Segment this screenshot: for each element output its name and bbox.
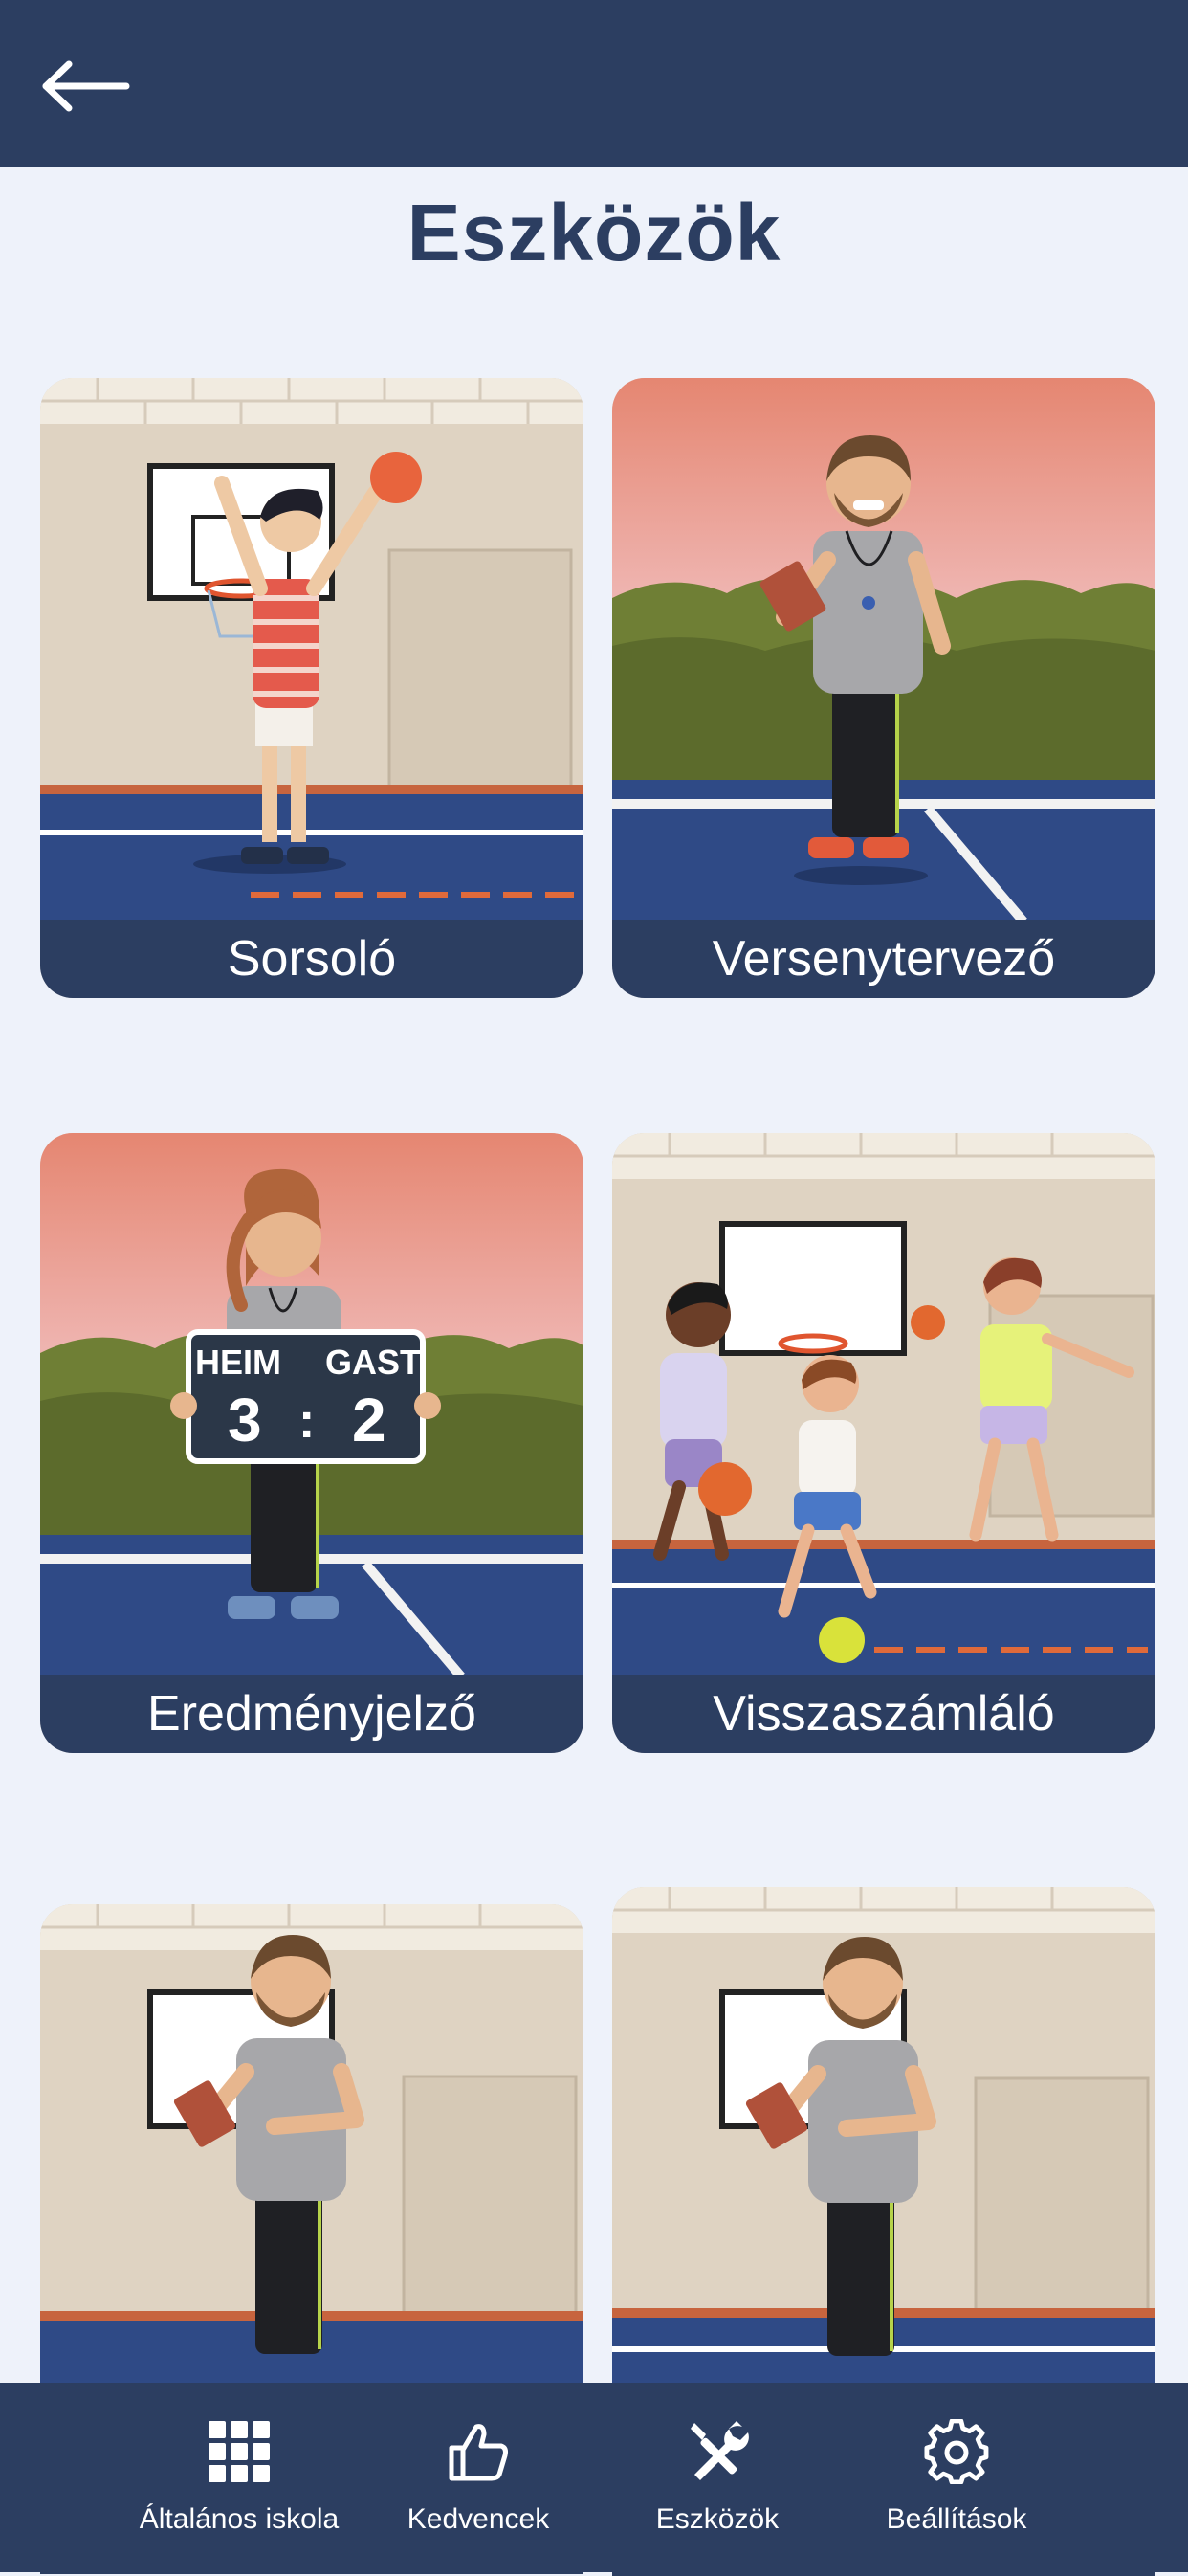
scoreboard-away-label: GAST: [325, 1343, 421, 1382]
tool-card-visszaszamlalo[interactable]: Visszaszámláló: [612, 1133, 1155, 1753]
scoreboard-separator: :: [298, 1393, 315, 1449]
tool-card-sorsolo[interactable]: Sorsoló: [40, 378, 583, 998]
scoreboard-away-score: 2: [352, 1386, 386, 1455]
tool-card-versenytervezo[interactable]: Versenytervező: [612, 378, 1155, 998]
scoreboard-home-score: 3: [228, 1386, 262, 1455]
tool-card-label: Visszaszámláló: [612, 1675, 1155, 1753]
scoreboard-illustration: HEIM GAST 3 : 2: [40, 1133, 583, 1677]
scoreboard-home-label: HEIM: [195, 1343, 281, 1382]
thumbs-up-icon: [449, 2424, 508, 2481]
nav-item-beallitasok[interactable]: Beállítások: [842, 2383, 1071, 2572]
tool-card-label: Versenytervező: [612, 920, 1155, 998]
nav-label: Kedvencek: [407, 2503, 550, 2535]
nav-item-eszkozok[interactable]: Eszközök: [612, 2383, 823, 2572]
bottom-navigation: Általános iskola Kedvencek Eszközök Beál…: [0, 2383, 1188, 2572]
arrow-left-icon: [42, 60, 130, 112]
top-app-bar: [0, 0, 1188, 167]
nav-label: Általános iskola: [139, 2503, 340, 2535]
gear-icon: [924, 2419, 989, 2484]
back-button[interactable]: [38, 53, 134, 120]
tool-card-label: Eredményjelző: [40, 1675, 583, 1753]
gym-illustration: [40, 378, 583, 922]
grid-icon: [209, 2421, 270, 2482]
nav-item-kedvencek[interactable]: Kedvencek: [383, 2383, 574, 2572]
nav-label: Beállítások: [886, 2503, 1027, 2535]
page-title: Eszközök: [407, 188, 781, 278]
tool-card-label: Sorsoló: [40, 920, 583, 998]
nav-item-altalanos-iskola[interactable]: Általános iskola: [115, 2383, 363, 2572]
outdoor-court-illustration: [612, 378, 1155, 922]
nav-label: Eszközök: [655, 2503, 780, 2535]
kids-playing-illustration: [612, 1133, 1155, 1677]
tools-icon: [691, 2421, 749, 2480]
tool-card-eredmenyjelzo[interactable]: HEIM GAST 3 : 2 Eredményjelző: [40, 1133, 583, 1753]
